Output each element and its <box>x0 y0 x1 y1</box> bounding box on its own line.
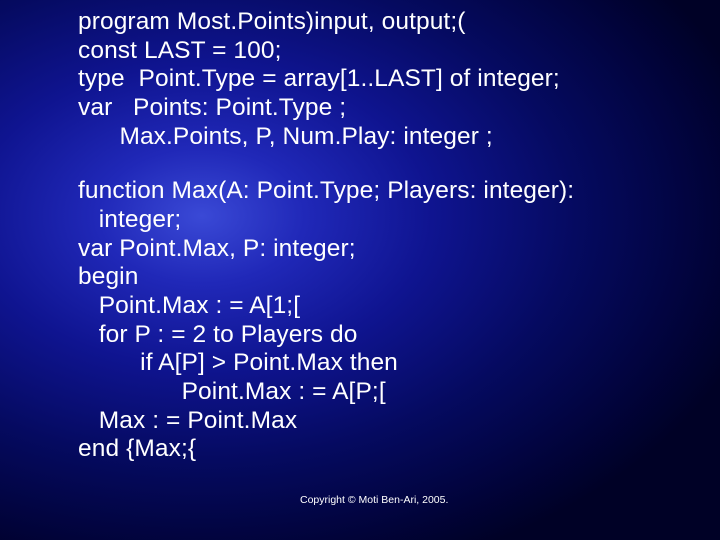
code-line: integer; <box>78 206 690 235</box>
code-line: type Point.Type = array[1..LAST] of inte… <box>78 65 690 94</box>
code-line: for P : = 2 to Players do <box>78 321 690 350</box>
code-line: var Points: Point.Type ; <box>78 94 690 123</box>
code-line: var Point.Max, P: integer; <box>78 235 690 264</box>
code-line: const LAST = 100; <box>78 37 690 66</box>
code-line: if A[P] > Point.Max then <box>78 349 690 378</box>
code-line: program Most.Points)input, output;( <box>78 8 690 37</box>
code-line: Max.Points, P, Num.Play: integer ; <box>78 123 690 152</box>
code-line: Max : = Point.Max <box>78 407 690 436</box>
code-line: function Max(A: Point.Type; Players: int… <box>78 177 690 206</box>
code-line: end {Max;{ <box>78 435 690 464</box>
code-line: Point.Max : = A[P;[ <box>78 378 690 407</box>
slide: program Most.Points)input, output;( cons… <box>0 0 720 540</box>
code-line: begin <box>78 263 690 292</box>
code-line: Point.Max : = A[1;[ <box>78 292 690 321</box>
copyright-text: Copyright © Moti Ben-Ari, 2005. <box>300 494 448 506</box>
blank-line <box>78 151 690 177</box>
code-block: program Most.Points)input, output;( cons… <box>78 8 690 464</box>
